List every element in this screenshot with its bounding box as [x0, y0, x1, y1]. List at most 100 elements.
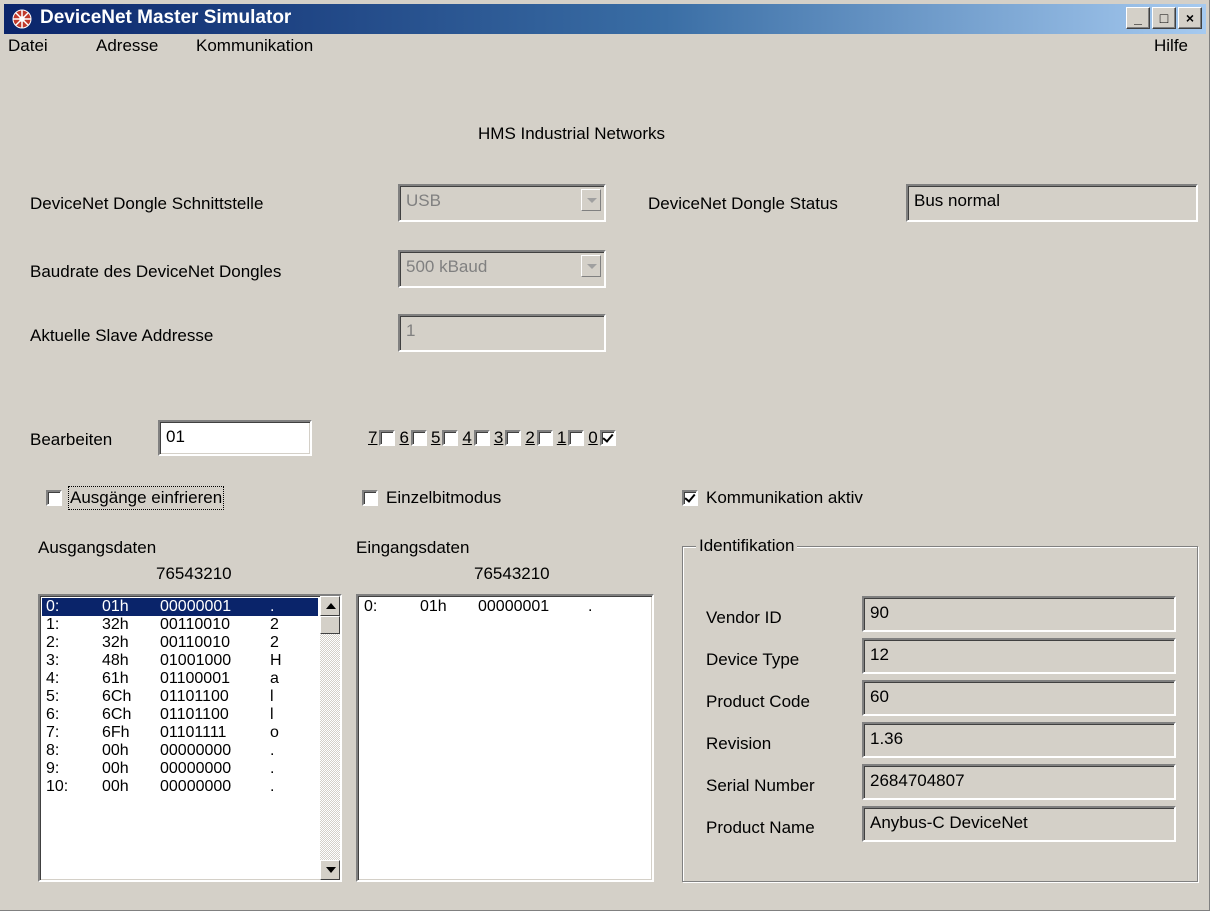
menu-datei[interactable]: Datei	[8, 36, 48, 56]
row-char: l	[270, 688, 274, 705]
row-hex: 6Ch	[102, 688, 132, 705]
row-char: .	[588, 598, 593, 615]
bit-checkbox[interactable]	[379, 430, 396, 446]
row-index: 8:	[46, 742, 60, 759]
row-binary: 01001000	[160, 652, 232, 669]
bit-5-option[interactable]: 5	[431, 428, 459, 448]
minimize-button[interactable]: _	[1126, 7, 1150, 29]
identification-field-value: 1.36	[870, 729, 904, 748]
row-hex: 6Ch	[102, 706, 132, 723]
row-binary: 00000001	[478, 598, 550, 615]
list-item[interactable]: 4: 61h 01100001 a	[42, 670, 318, 688]
list-item[interactable]: 1: 32h 00110010 2	[42, 616, 318, 634]
list-item[interactable]: 6: 6Ch 01101100 l	[42, 706, 318, 724]
row-binary: 00000001	[160, 598, 232, 615]
chevron-down-icon[interactable]	[581, 255, 601, 277]
window-title: DeviceNet Master Simulator	[40, 7, 292, 28]
row-hex: 00h	[102, 778, 129, 795]
maximize-button[interactable]: □	[1152, 7, 1176, 29]
identification-field-value-box: 60	[862, 680, 1176, 716]
interface-value: USB	[406, 191, 441, 210]
interface-dropdown[interactable]: USB	[398, 184, 606, 222]
list-item[interactable]: 0: 01h 00000001.	[42, 598, 318, 616]
row-index: 4:	[46, 670, 60, 687]
row-index: 6:	[46, 706, 60, 723]
list-item[interactable]: 2: 32h 00110010 2	[42, 634, 318, 652]
bit-3-option[interactable]: 3	[493, 428, 522, 448]
bit-2-option[interactable]: 2	[525, 428, 553, 448]
single-bit-checkbox[interactable]	[362, 490, 378, 506]
input-data-list[interactable]: 0: 01h 00000001.	[356, 594, 654, 882]
menu-adresse[interactable]: Adresse	[96, 36, 158, 56]
bit-checkbox[interactable]	[599, 430, 616, 446]
output-data-list[interactable]: 0: 01h 00000001. 1: 32h 00110010 2 2: 32h 0011001…	[38, 594, 342, 882]
comm-active-option[interactable]: Kommunikation aktiv	[682, 488, 863, 508]
title-bar[interactable]: DeviceNet Master Simulator _ □ ×	[4, 4, 1206, 34]
bit-0-option[interactable]: 0	[588, 428, 616, 448]
status-field: Bus normal	[906, 184, 1198, 222]
identification-field-label: Serial Number	[706, 776, 815, 795]
row-char: l	[270, 706, 274, 723]
scroll-down-arrow-icon[interactable]	[320, 860, 340, 880]
slave-address-value: 1	[406, 321, 416, 340]
company-name: HMS Industrial Networks	[478, 124, 666, 143]
chevron-down-icon[interactable]	[581, 189, 601, 211]
identification-fields: Vendor ID 90 Device Type 12 Product Code 60 Re…	[700, 596, 1180, 856]
identification-field-label: Product Code	[706, 692, 810, 711]
bit-4-option[interactable]: 4	[462, 428, 490, 448]
identification-field-value-box: 2684704807	[862, 764, 1176, 800]
list-item[interactable]: 0: 01h 00000001.	[360, 598, 650, 616]
comm-active-label: Kommunikation aktiv	[706, 488, 863, 507]
bit-checkbox[interactable]	[536, 430, 553, 446]
output-rows: 0: 01h 00000001. 1: 32h 00110010 2 2: 32h 0011001…	[42, 598, 318, 796]
single-bit-option[interactable]: Einzelbitmodus	[362, 488, 501, 508]
close-button[interactable]: ×	[1178, 7, 1202, 29]
slave-address-label: Aktuelle Slave Addresse	[30, 326, 214, 345]
row-binary: 01101111	[160, 724, 227, 741]
bit-label: 4	[462, 428, 472, 447]
bit-label: 3	[493, 428, 504, 447]
row-index: 5:	[46, 688, 60, 705]
row-char: 2	[270, 634, 279, 651]
bit-checkbox[interactable]	[505, 430, 522, 446]
list-item[interactable]: 8: 00h 00000000.	[42, 742, 318, 760]
main-window: DeviceNet Master Simulator _ □ × Datei A…	[0, 0, 1210, 911]
slave-address-field[interactable]: 1	[398, 314, 606, 352]
menu-hilfe[interactable]: Hilfe	[1154, 36, 1188, 56]
row-hex: 00h	[102, 760, 129, 777]
baud-dropdown[interactable]: 500 kBaud	[398, 250, 606, 288]
list-item[interactable]: 9: 00h 00000000.	[42, 760, 318, 778]
list-item[interactable]: 3: 48h 01001000 H	[42, 652, 318, 670]
output-scrollbar[interactable]	[320, 596, 340, 880]
identification-field-value-box: 90	[862, 596, 1176, 632]
freeze-outputs-option[interactable]: Ausgänge einfrieren	[46, 486, 225, 510]
bit-checkbox[interactable]	[410, 430, 427, 446]
row-index: 2:	[46, 634, 60, 651]
bit-label: 2	[525, 428, 535, 447]
list-item[interactable]: 10: 00h 00000000.	[42, 778, 318, 796]
edit-input[interactable]: 01	[158, 420, 312, 456]
scroll-up-arrow-icon[interactable]	[320, 596, 340, 616]
list-item[interactable]: 7: 6Fh 01101111 o	[42, 724, 318, 742]
row-index: 7:	[46, 724, 60, 741]
status-label: DeviceNet Dongle Status	[648, 194, 838, 213]
bit-checkbox[interactable]	[473, 430, 490, 446]
row-index: 1:	[46, 616, 60, 633]
identification-title: Identifikation	[696, 536, 798, 556]
bit-6-option[interactable]: 6	[399, 428, 427, 448]
bit-checkbox[interactable]	[568, 430, 585, 446]
input-rows: 0: 01h 00000001.	[360, 598, 650, 616]
bit-checkbox[interactable]	[442, 430, 459, 446]
interface-label: DeviceNet Dongle Schnittstelle	[30, 194, 264, 213]
freeze-outputs-checkbox[interactable]	[46, 490, 62, 506]
bit-7-option[interactable]: 7	[368, 428, 396, 448]
scroll-thumb[interactable]	[320, 616, 340, 634]
baud-value: 500 kBaud	[406, 257, 488, 276]
menu-kommunikation[interactable]: Kommunikation	[196, 36, 313, 56]
identification-field-value-box: 12	[862, 638, 1176, 674]
bit-1-option[interactable]: 1	[557, 428, 585, 448]
comm-active-checkbox[interactable]	[682, 490, 698, 506]
list-item[interactable]: 5: 6Ch 01101100 l	[42, 688, 318, 706]
identification-field-label: Revision	[706, 734, 772, 753]
row-hex: 32h	[102, 616, 129, 633]
